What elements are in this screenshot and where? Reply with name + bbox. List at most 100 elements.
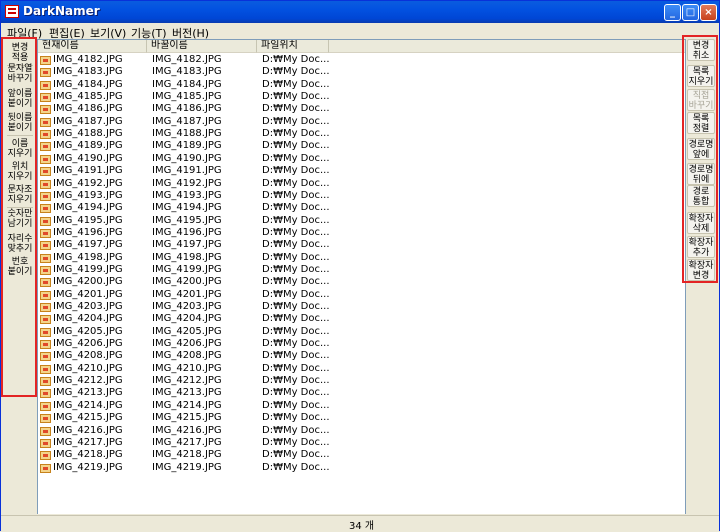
table-row[interactable]: IMG_4185.JPG IMG_4185.JPG D:₩My Doc... — [38, 91, 685, 103]
table-row[interactable]: IMG_4210.JPG IMG_4210.JPG D:₩My Doc... — [38, 362, 685, 375]
table-row[interactable]: IMG_4212.JPG IMG_4212.JPG D:₩My Doc... — [38, 375, 685, 387]
table-row[interactable]: IMG_4206.JPG IMG_4206.JPG D:₩My Doc... — [38, 338, 685, 350]
jpg-file-icon — [40, 216, 51, 226]
right-tool-button-6[interactable]: 경로 통합 — [687, 185, 715, 207]
left-tool-button-6[interactable]: 문자조 지우기 — [7, 185, 33, 205]
table-row[interactable]: IMG_4214.JPG IMG_4214.JPG D:₩My Doc... — [38, 400, 685, 412]
app-window: DarkNamer _ □ × 파일(F) 편집(E) 보기(V) 기능(T) 버전(H… — [0, 0, 720, 532]
table-row[interactable]: IMG_4196.JPG IMG_4196.JPG D:₩My Doc... — [38, 226, 685, 239]
new-name-cell: IMG_4191.JPG — [152, 165, 222, 177]
current-name-cell: IMG_4186.JPG — [53, 103, 123, 115]
list-header: 현재이름 바꿀이름 파일위치 — [38, 40, 685, 53]
left-tool-button-5[interactable]: 위치 지우기 — [7, 162, 33, 182]
table-row[interactable]: IMG_4186.JPG IMG_4186.JPG D:₩My Doc... — [38, 103, 685, 115]
minimize-icon[interactable]: _ — [664, 4, 681, 21]
table-row[interactable]: IMG_4201.JPG IMG_4201.JPG D:₩My Doc... — [38, 289, 685, 301]
table-row[interactable]: IMG_4200.JPG IMG_4200.JPG D:₩My Doc... — [38, 276, 685, 288]
left-tool-button-7[interactable]: 숫자만 남기기 — [7, 209, 33, 229]
right-tool-button-9[interactable]: 확장자 변경 — [687, 259, 715, 281]
left-tool-button-1[interactable]: 문자열 바꾸기 — [7, 64, 33, 84]
right-tool-button-0[interactable]: 변경 취소 — [687, 39, 715, 61]
table-row[interactable]: IMG_4195.JPG IMG_4195.JPG D:₩My Doc... — [38, 215, 685, 227]
current-name-cell: IMG_4218.JPG — [53, 449, 123, 461]
status-bar: 34 개 — [1, 515, 719, 532]
right-tool-button-1[interactable]: 목록 지우기 — [687, 65, 715, 87]
left-tool-button-0[interactable]: 변경 적용 — [7, 43, 33, 63]
new-name-cell: IMG_4206.JPG — [152, 338, 222, 350]
table-row[interactable]: IMG_4190.JPG IMG_4190.JPG D:₩My Doc... — [38, 153, 685, 165]
titlebar[interactable]: DarkNamer _ □ × — [1, 1, 719, 23]
left-tool-button-2[interactable]: 앞이름 붙이기 — [7, 89, 33, 109]
jpg-file-icon — [40, 253, 51, 263]
right-tool-button-7[interactable]: 확장자 삭제 — [687, 212, 715, 234]
file-path-cell: D:₩My Doc... — [262, 239, 330, 251]
table-row[interactable]: IMG_4203.JPG IMG_4203.JPG D:₩My Doc... — [38, 301, 685, 313]
table-row[interactable]: IMG_4191.JPG IMG_4191.JPG D:₩My Doc... — [38, 165, 685, 177]
jpg-file-icon — [40, 154, 51, 164]
table-row[interactable]: IMG_4218.JPG IMG_4218.JPG D:₩My Doc... — [38, 449, 685, 461]
jpg-file-icon — [40, 426, 51, 436]
file-path-cell: D:₩My Doc... — [262, 165, 330, 177]
table-row[interactable]: IMG_4189.JPG IMG_4189.JPG D:₩My Doc... — [38, 140, 685, 152]
table-row[interactable]: IMG_4183.JPG IMG_4183.JPG D:₩My Doc... — [38, 66, 685, 78]
new-name-cell: IMG_4208.JPG — [152, 350, 222, 362]
jpg-file-icon — [40, 105, 51, 115]
table-row[interactable]: IMG_4188.JPG IMG_4188.JPG D:₩My Doc... — [38, 128, 685, 140]
current-name-cell: IMG_4191.JPG — [53, 165, 123, 177]
table-row[interactable]: IMG_4197.JPG IMG_4197.JPG D:₩My Doc... — [38, 239, 685, 251]
right-tool-button-3[interactable]: 목록 정렬 — [687, 112, 715, 134]
current-name-cell: IMG_4217.JPG — [53, 436, 123, 448]
close-icon[interactable]: × — [700, 4, 717, 21]
file-list[interactable]: 현재이름 바꿀이름 파일위치 IMG_4182.JPG IMG_4182.JPG D:₩… — [37, 39, 686, 514]
left-tool-button-9[interactable]: 번호 붙이기 — [7, 257, 33, 277]
right-tool-button-4[interactable]: 경로명 앞에 — [687, 138, 715, 160]
right-tool-button-5[interactable]: 경로명 뒤에 — [687, 163, 715, 185]
new-name-cell: IMG_4203.JPG — [152, 301, 222, 312]
table-row[interactable]: IMG_4194.JPG IMG_4194.JPG D:₩My Doc... — [38, 202, 685, 214]
app-icon — [5, 5, 19, 18]
table-row[interactable]: IMG_4192.JPG IMG_4192.JPG D:₩My Doc... — [38, 177, 685, 190]
table-row[interactable]: IMG_4184.JPG IMG_4184.JPG D:₩My Doc... — [38, 79, 685, 91]
jpg-file-icon — [40, 204, 51, 214]
table-row[interactable]: IMG_4199.JPG IMG_4199.JPG D:₩My Doc... — [38, 264, 685, 276]
table-row[interactable]: IMG_4208.JPG IMG_4208.JPG D:₩My Doc... — [38, 350, 685, 362]
current-name-cell: IMG_4192.JPG — [53, 177, 123, 189]
column-header-1[interactable]: 바꿀이름 — [147, 40, 257, 53]
table-row[interactable]: IMG_4217.JPG IMG_4217.JPG D:₩My Doc... — [38, 436, 685, 449]
right-tool-button-8[interactable]: 확장자 추가 — [687, 236, 715, 258]
new-name-cell: IMG_4182.JPG — [152, 54, 222, 65]
file-path-cell: D:₩My Doc... — [262, 189, 330, 201]
jpg-file-icon — [40, 364, 51, 374]
table-row[interactable]: IMG_4198.JPG IMG_4198.JPG D:₩My Doc... — [38, 252, 685, 264]
file-path-cell: D:₩My Doc... — [262, 436, 330, 448]
left-tool-button-8[interactable]: 자리수 맞추기 — [7, 234, 33, 254]
new-name-cell: IMG_4200.JPG — [152, 276, 222, 288]
current-name-cell: IMG_4187.JPG — [53, 115, 123, 127]
left-tool-button-3[interactable]: 뒷이름 붙이기 — [7, 113, 33, 133]
jpg-file-icon — [40, 130, 51, 140]
file-path-cell: D:₩My Doc... — [262, 350, 330, 362]
table-row[interactable]: IMG_4187.JPG IMG_4187.JPG D:₩My Doc... — [38, 115, 685, 128]
table-row[interactable]: IMG_4216.JPG IMG_4216.JPG D:₩My Doc... — [38, 425, 685, 437]
current-name-cell: IMG_4196.JPG — [53, 226, 123, 238]
jpg-file-icon — [40, 377, 51, 387]
table-row[interactable]: IMG_4213.JPG IMG_4213.JPG D:₩My Doc... — [38, 387, 685, 399]
new-name-cell: IMG_4197.JPG — [152, 239, 222, 251]
column-header-0[interactable]: 현재이름 — [38, 40, 147, 53]
file-path-cell: D:₩My Doc... — [262, 276, 330, 288]
table-row[interactable]: IMG_4182.JPG IMG_4182.JPG D:₩My Doc... — [38, 54, 685, 66]
table-row[interactable]: IMG_4193.JPG IMG_4193.JPG D:₩My Doc... — [38, 189, 685, 202]
new-name-cell: IMG_4187.JPG — [152, 115, 222, 127]
column-header-2[interactable]: 파일위치 — [257, 40, 329, 53]
new-name-cell: IMG_4217.JPG — [152, 436, 222, 448]
table-row[interactable]: IMG_4204.JPG IMG_4204.JPG D:₩My Doc... — [38, 313, 685, 325]
table-row[interactable]: IMG_4205.JPG IMG_4205.JPG D:₩My Doc... — [38, 326, 685, 338]
current-name-cell: IMG_4215.JPG — [53, 412, 123, 424]
jpg-file-icon — [40, 228, 51, 238]
left-tool-button-4[interactable]: 이름 지우기 — [7, 139, 33, 159]
maximize-icon[interactable]: □ — [682, 4, 699, 21]
new-name-cell: IMG_4196.JPG — [152, 226, 222, 238]
table-row[interactable]: IMG_4219.JPG IMG_4219.JPG D:₩My Doc... — [38, 462, 685, 474]
table-row[interactable]: IMG_4215.JPG IMG_4215.JPG D:₩My Doc... — [38, 412, 685, 424]
new-name-cell: IMG_4210.JPG — [152, 362, 222, 374]
